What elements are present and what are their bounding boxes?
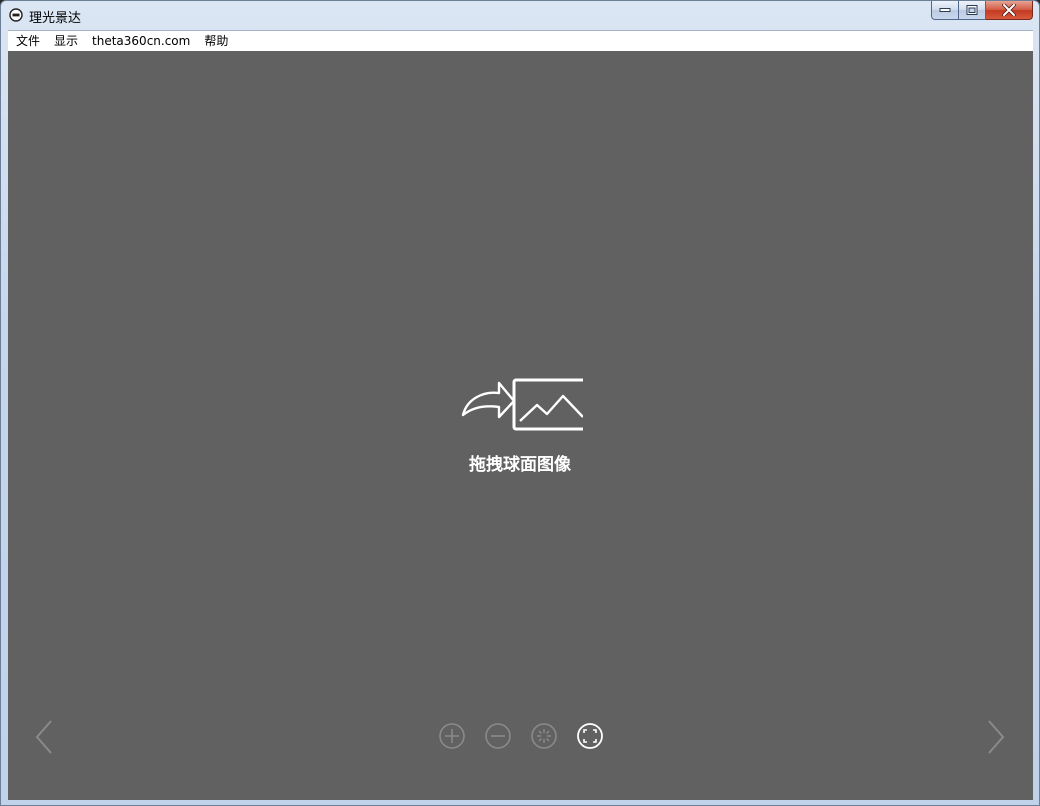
menu-bar: 文件 显示 theta360cn.com 帮助 bbox=[8, 30, 1033, 51]
close-button[interactable] bbox=[986, 1, 1033, 20]
drop-prompt-label: 拖拽球面图像 bbox=[469, 455, 571, 475]
window-title: 理光景达 bbox=[29, 11, 82, 26]
title-bar[interactable]: 理光景达 bbox=[1, 1, 1039, 30]
caption-buttons bbox=[931, 1, 1033, 21]
restore-icon bbox=[966, 5, 978, 15]
menu-file[interactable]: 文件 bbox=[8, 31, 47, 51]
menu-website[interactable]: theta360cn.com bbox=[85, 31, 197, 51]
image-viewer-drop-area[interactable]: 拖拽球面图像 bbox=[8, 51, 1033, 800]
menu-view[interactable]: 显示 bbox=[47, 31, 85, 51]
chevron-left-icon[interactable] bbox=[32, 718, 56, 756]
reset-view-icon[interactable] bbox=[530, 722, 558, 750]
menu-help[interactable]: 帮助 bbox=[197, 31, 235, 51]
minimize-icon bbox=[939, 8, 951, 12]
app-window: 理光景达 文件 显示 theta360cn.com 帮助 拖拽球面图像 bbox=[0, 0, 1040, 806]
app-icon[interactable] bbox=[9, 8, 23, 22]
close-icon bbox=[1002, 4, 1016, 16]
chevron-right-icon[interactable] bbox=[984, 718, 1008, 756]
fullscreen-icon[interactable] bbox=[576, 722, 604, 750]
zoom-in-icon[interactable] bbox=[438, 722, 466, 750]
zoom-out-icon[interactable] bbox=[484, 722, 512, 750]
minimize-button[interactable] bbox=[931, 1, 959, 20]
drag-image-icon bbox=[461, 378, 583, 431]
maximize-button[interactable] bbox=[959, 1, 986, 20]
